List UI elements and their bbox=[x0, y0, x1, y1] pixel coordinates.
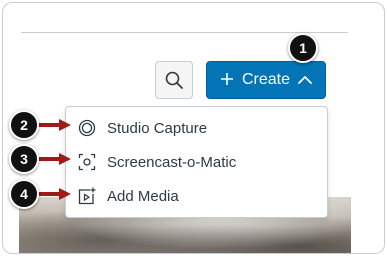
callout-arrow-4 bbox=[37, 188, 71, 200]
screenshot-frame: Create Studio Capture Screencast-o-Matic… bbox=[2, 2, 385, 254]
callout-badge-2: 2 bbox=[9, 110, 39, 140]
callout-arrows bbox=[37, 119, 71, 200]
callout-arrow-2 bbox=[37, 119, 71, 131]
callout-arrow-3 bbox=[37, 153, 71, 165]
callout-badge-4: 4 bbox=[9, 179, 39, 209]
callout-badge-1: 1 bbox=[288, 33, 318, 63]
callout-badge-3: 3 bbox=[9, 144, 39, 174]
